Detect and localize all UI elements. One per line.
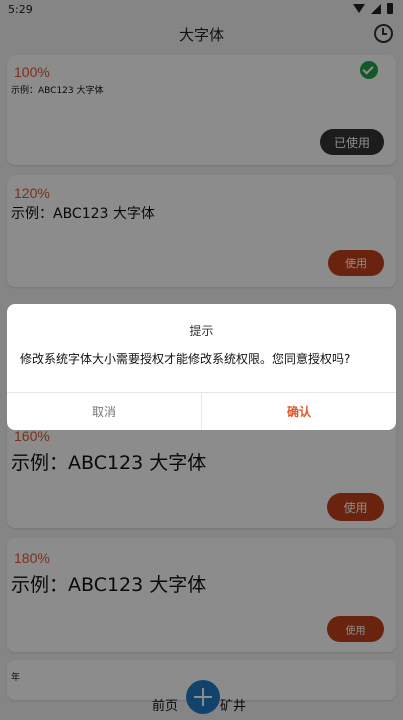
dialog-message: 修改系统字体大小需要授权才能修改系统权限。您同意授权吗?	[20, 352, 351, 366]
confirm-button[interactable]: 确认	[202, 392, 396, 430]
dialog-title: 提示	[189, 324, 214, 338]
permission-dialog: 提示 修改系统字体大小需要授权才能修改系统权限。您同意授权吗? 取消 确认	[7, 304, 396, 430]
cancel-button[interactable]: 取消	[7, 392, 201, 430]
